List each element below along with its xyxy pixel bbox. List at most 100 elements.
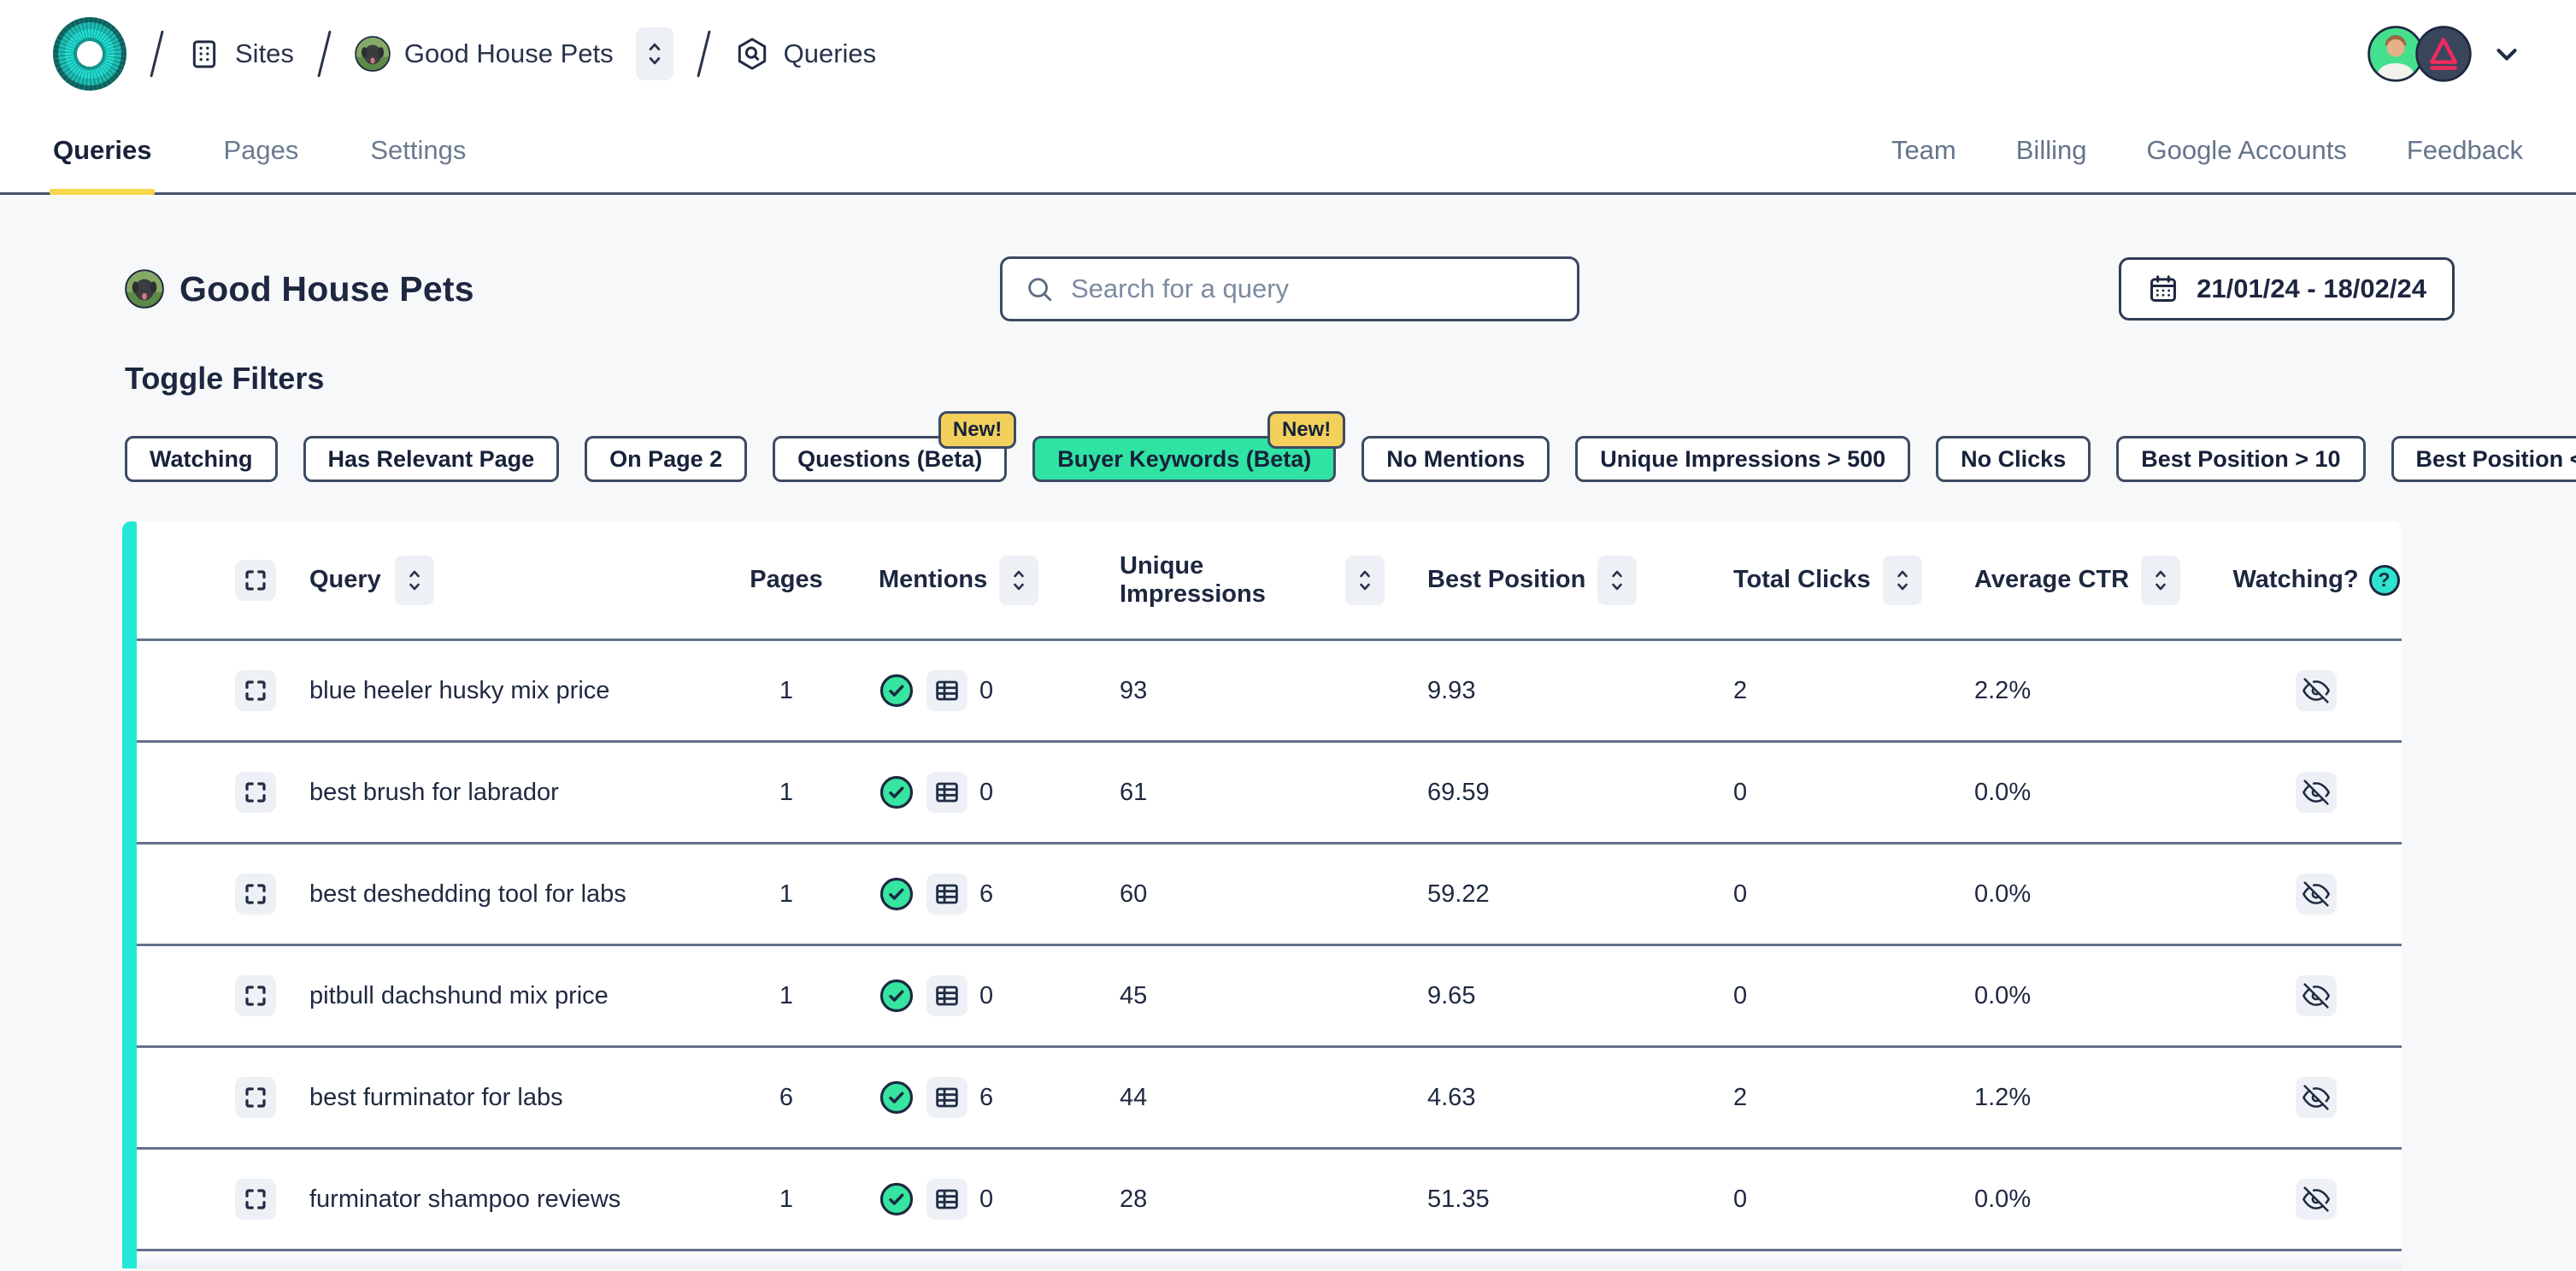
mentions-table-button[interactable] — [926, 975, 967, 1016]
best-position-value: 51.35 — [1427, 1186, 1490, 1214]
breadcrumb-sites[interactable]: Sites — [187, 37, 294, 71]
filter-chip[interactable]: Best Position < 10 — [2391, 436, 2576, 482]
building-icon — [187, 37, 221, 71]
column-unique-impressions: Unique Impressions — [1120, 552, 1333, 609]
sort-query-button[interactable] — [395, 556, 434, 605]
filter-chip[interactable]: Watching — [125, 436, 278, 482]
check-circle-icon — [879, 774, 915, 810]
watch-toggle-button[interactable] — [2296, 975, 2337, 1016]
best-position-value: 69.59 — [1427, 779, 1490, 807]
watch-toggle-button[interactable] — [2296, 670, 2337, 711]
filter-chip[interactable]: Best Position > 10 — [2116, 436, 2365, 482]
best-position-value: 9.93 — [1427, 677, 1475, 705]
breadcrumb-separator — [697, 30, 710, 77]
pages-value: 1 — [779, 779, 793, 807]
check-circle-icon — [879, 673, 915, 709]
column-total-clicks: Total Clicks — [1733, 566, 1871, 594]
filter-chip[interactable]: Buyer Keywords (Beta) New! — [1032, 436, 1336, 482]
column-average-ctr: Average CTR — [1974, 566, 2129, 594]
breadcrumb-queries[interactable]: Queries — [734, 36, 877, 72]
watch-toggle-button[interactable] — [2296, 1179, 2337, 1220]
unique-impressions-value: 61 — [1120, 779, 1147, 807]
nav-link-feedback[interactable]: Feedback — [2407, 135, 2523, 166]
sort-unique-impressions-button[interactable] — [1345, 556, 1385, 605]
column-query: Query — [309, 566, 381, 594]
total-clicks-value: 0 — [1733, 880, 1747, 909]
sort-average-ctr-button[interactable] — [2141, 556, 2180, 605]
nav-link-team[interactable]: Team — [1891, 135, 1956, 166]
search-input[interactable] — [1071, 274, 1555, 304]
watch-toggle-button[interactable] — [2296, 772, 2337, 813]
sort-mentions-button[interactable] — [999, 556, 1038, 605]
filter-chip-label: No Mentions — [1386, 446, 1525, 473]
sort-total-clicks-button[interactable] — [1883, 556, 1922, 605]
mentions-value: 0 — [979, 677, 993, 705]
nav-link-google-accounts[interactable]: Google Accounts — [2146, 135, 2346, 166]
sort-best-position-button[interactable] — [1597, 556, 1637, 605]
expand-row-button[interactable] — [235, 670, 276, 711]
query-text: best deshedding tool for labs — [309, 880, 626, 909]
table-row: furminator shampoo reviews 1 0 28 51.35 — [137, 1150, 2402, 1251]
date-range-button[interactable]: 21/01/24 - 18/02/24 — [2119, 257, 2455, 321]
account-menu[interactable] — [2367, 26, 2523, 82]
query-text: furminator shampoo reviews — [309, 1186, 620, 1214]
breadcrumb-site-label: Good House Pets — [404, 38, 614, 69]
expand-row-button[interactable] — [235, 772, 276, 813]
expand-row-button[interactable] — [235, 1077, 276, 1118]
breadcrumb-separator — [150, 30, 163, 77]
expand-row-button[interactable] — [235, 874, 276, 915]
app-logo[interactable] — [53, 17, 126, 91]
tab-settings[interactable]: Settings — [370, 108, 466, 192]
top-bar: Sites Good House Pets — [0, 0, 2576, 108]
expand-all-button[interactable] — [235, 560, 276, 601]
filter-chip-label: Has Relevant Page — [328, 446, 535, 473]
watch-toggle-button[interactable] — [2296, 874, 2337, 915]
nav-link-billing[interactable]: Billing — [2016, 135, 2087, 166]
mentions-table-button[interactable] — [926, 1077, 967, 1118]
expand-row-button[interactable] — [235, 975, 276, 1016]
average-ctr-value: 0.0% — [1974, 1186, 2031, 1214]
filter-chip[interactable]: Unique Impressions > 500 — [1575, 436, 1910, 482]
breadcrumb-queries-label: Queries — [784, 38, 877, 69]
filter-chip[interactable]: No Clicks — [1936, 436, 2091, 482]
site-avatar — [125, 269, 164, 309]
breadcrumb-sites-label: Sites — [235, 38, 294, 69]
filter-chip-label: Unique Impressions > 500 — [1600, 446, 1885, 473]
filter-chip[interactable]: Questions (Beta) New! — [773, 436, 1007, 482]
org-avatar[interactable] — [2415, 26, 2472, 82]
main-content: Good House Pets 21/01/24 - 18/02/24 — [0, 256, 2576, 482]
table-row: best brush for labrador 1 0 61 69.59 0 — [137, 743, 2402, 844]
query-text: pitbull dachshund mix price — [309, 982, 609, 1010]
watch-toggle-button[interactable] — [2296, 1077, 2337, 1118]
new-badge: New! — [938, 411, 1016, 449]
date-range-label: 21/01/24 - 18/02/24 — [2197, 274, 2426, 304]
mentions-table-button[interactable] — [926, 1179, 967, 1220]
unique-impressions-value: 28 — [1120, 1186, 1147, 1214]
tab-queries[interactable]: Queries — [53, 108, 151, 192]
site-switcher[interactable] — [636, 27, 673, 80]
query-text: best furminator for labs — [309, 1084, 563, 1112]
tab-pages[interactable]: Pages — [223, 108, 298, 192]
filter-chip[interactable]: On Page 2 — [585, 436, 747, 482]
mentions-table-button[interactable] — [926, 670, 967, 711]
hexagon-search-icon — [734, 36, 770, 72]
best-position-value: 4.63 — [1427, 1084, 1475, 1112]
mentions-table-button[interactable] — [926, 874, 967, 915]
table-row: best deshedding tool for labs 1 6 60 59.… — [137, 844, 2402, 946]
pages-value: 1 — [779, 982, 793, 1010]
filter-chip[interactable]: No Mentions — [1362, 436, 1550, 482]
query-text: blue heeler husky mix price — [309, 677, 609, 705]
pages-value: 1 — [779, 880, 793, 909]
search-icon — [1025, 274, 1054, 303]
breadcrumb-separator — [317, 30, 331, 77]
filter-chip-label: No Clicks — [1961, 446, 2066, 473]
total-clicks-value: 0 — [1733, 779, 1747, 807]
chevron-down-icon[interactable] — [2491, 38, 2523, 70]
breadcrumb-site[interactable]: Good House Pets — [355, 27, 673, 80]
mentions-table-button[interactable] — [926, 772, 967, 813]
filter-chip[interactable]: Has Relevant Page — [303, 436, 560, 482]
table-header-row: Query Pages Mentions Unique Impressions … — [137, 521, 2402, 641]
expand-row-button[interactable] — [235, 1179, 276, 1220]
watching-help-icon[interactable]: ? — [2369, 565, 2400, 596]
column-mentions: Mentions — [879, 566, 987, 594]
